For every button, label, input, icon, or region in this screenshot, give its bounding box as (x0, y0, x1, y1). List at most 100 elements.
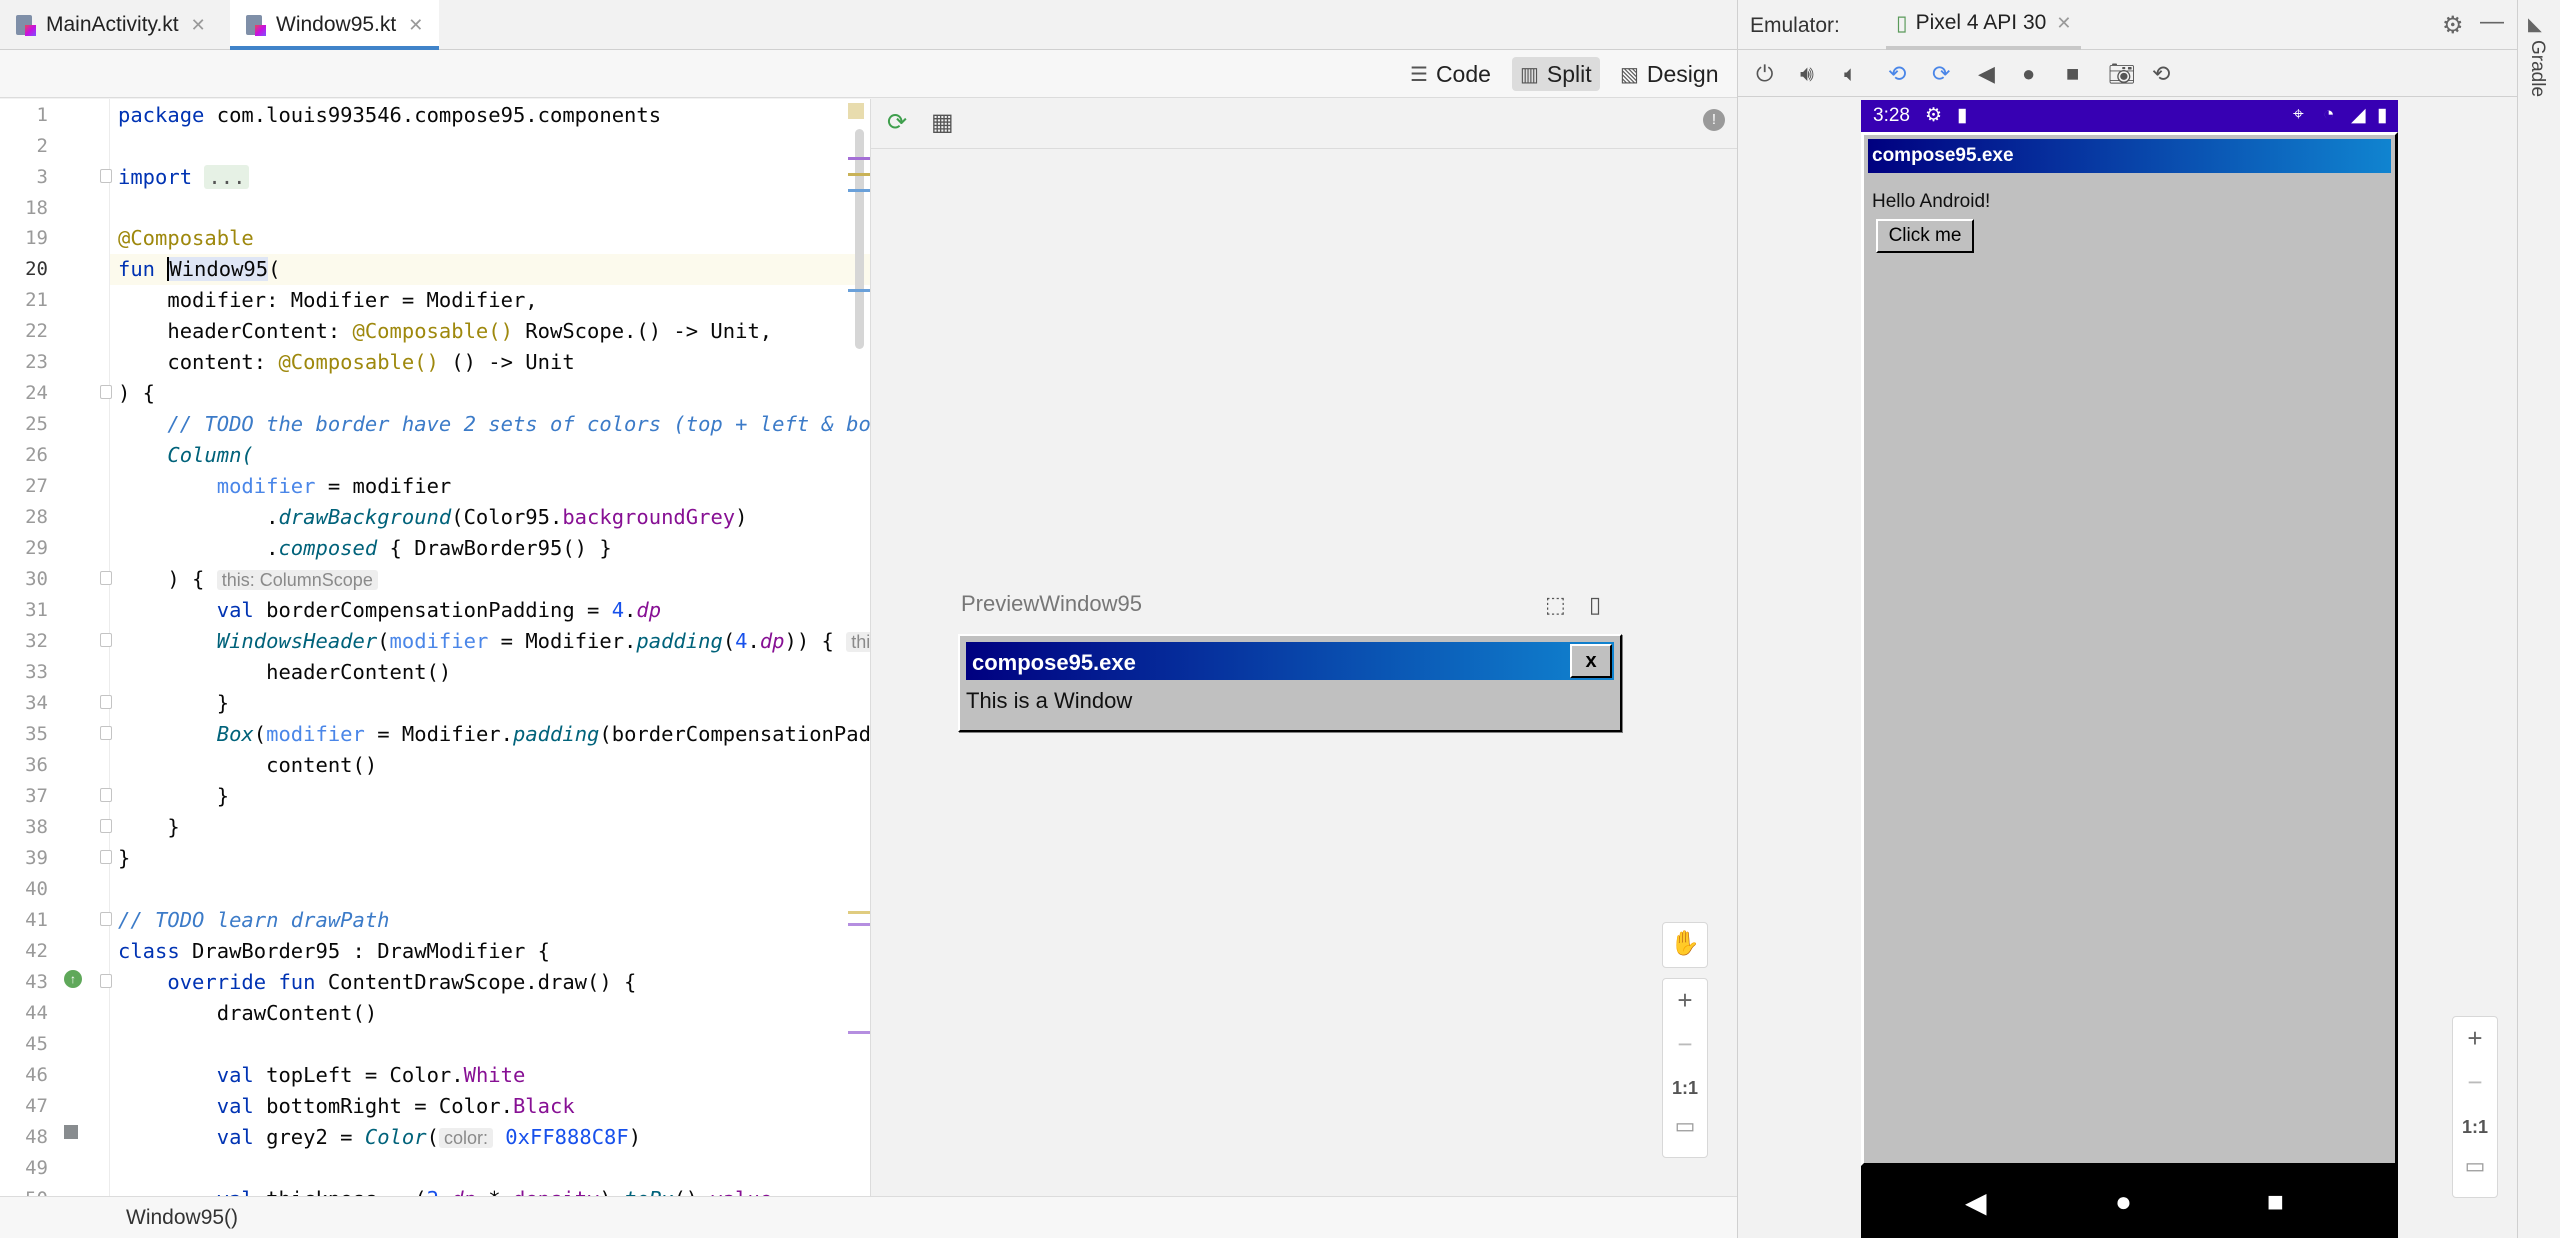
close-icon[interactable]: ✕ (191, 15, 206, 36)
token: import (118, 165, 193, 189)
color-swatch-icon[interactable] (64, 1125, 78, 1139)
zoom-out-icon[interactable]: − (2453, 1067, 2497, 1098)
zoom-in-icon[interactable]: + (1663, 985, 1707, 1016)
fold-marker[interactable] (100, 169, 112, 183)
emulator-panel: Emulator: ▯ Pixel 4 API 30 ✕ ⚙ — ⏻ 🔊︎ 🔈︎… (1737, 0, 2517, 1238)
volume-up-icon[interactable]: 🔊︎ (1800, 61, 1814, 87)
token: dp (451, 1187, 476, 1196)
code-line: } (118, 784, 230, 808)
fold-marker[interactable] (100, 726, 112, 740)
kotlin-file-icon (16, 14, 36, 36)
line-number: 40 (25, 878, 48, 900)
back-icon[interactable]: ◀ (1978, 61, 1995, 87)
fold-marker[interactable] (100, 788, 112, 802)
inlay-hint: this: (846, 632, 870, 652)
token: * (476, 1187, 513, 1196)
line-number: 31 (25, 599, 48, 621)
close-icon[interactable]: ✕ (408, 15, 423, 36)
camera-icon[interactable]: 📷︎ (2108, 61, 2136, 87)
rotate-right-icon[interactable]: ⟳ (1932, 61, 1950, 87)
code-mode-button[interactable]: ☰ Code (1402, 57, 1499, 91)
fold-marker[interactable] (100, 850, 112, 864)
editor-scrollbar[interactable] (855, 129, 864, 349)
token: content: (118, 350, 279, 374)
layout-options-icon[interactable]: ▦ (931, 108, 954, 137)
inspection-status-icon[interactable] (848, 103, 864, 119)
folded-imports[interactable]: ... (204, 165, 250, 189)
token: thickness = ( (254, 1187, 426, 1196)
home-icon[interactable]: ● (2022, 61, 2035, 87)
fold-marker[interactable] (100, 571, 112, 585)
breadcrumb: Window95() (0, 1196, 1737, 1238)
close-icon[interactable]: ✕ (2056, 13, 2071, 34)
token: padding (512, 722, 600, 746)
window-close-button[interactable]: x (1570, 644, 1612, 678)
error-stripe-mark[interactable] (848, 1031, 870, 1034)
zoom-in-icon[interactable]: + (2453, 1023, 2497, 1054)
token: ) (628, 1125, 642, 1149)
issues-icon[interactable]: ! (1703, 109, 1725, 131)
token: Black (512, 1094, 575, 1118)
token: composed (278, 536, 378, 560)
zoom-to-fit-icon[interactable]: ▭ (2453, 1153, 2497, 1179)
power-icon[interactable]: ⏻ (1756, 61, 1773, 87)
nav-back-icon[interactable]: ◀ (1965, 1186, 1987, 1219)
nav-home-icon[interactable]: ● (2115, 1186, 2132, 1218)
code-editor[interactable]: 1 2 3 18 19 20 21 22 23 24 25 26 27 28 2… (0, 99, 870, 1196)
token: grey2 = (253, 1125, 365, 1149)
override-marker-icon[interactable]: ↑ (64, 970, 82, 988)
error-stripe-mark[interactable] (848, 189, 870, 192)
tab-mainactivity[interactable]: MainActivity.kt ✕ (0, 0, 222, 50)
code-line: val thickness = (2.dp * density).toPx().… (118, 1184, 772, 1196)
device-screen[interactable]: 3:28 ⚙ ▮ ⌖ ◔ ◢ ▮ compose95.exe Hello And… (1861, 100, 2398, 1238)
zoom-out-icon[interactable]: − (1663, 1029, 1707, 1060)
device-tab[interactable]: ▯ Pixel 4 API 30 ✕ (1886, 0, 2082, 50)
refresh-icon[interactable]: ⟳ (887, 108, 907, 137)
interactive-mode-icon[interactable]: ⬚ (1545, 592, 1566, 618)
tab-window95[interactable]: Window95.kt ✕ (230, 0, 440, 50)
error-stripe-mark[interactable] (848, 173, 870, 176)
token: Color (364, 1125, 427, 1149)
design-mode-button[interactable]: ▧ Design (1612, 57, 1727, 91)
fold-marker[interactable] (100, 819, 112, 833)
line-number: 47 (25, 1095, 48, 1117)
snapshot-icon[interactable]: ⟲ (2152, 61, 2170, 87)
fold-marker[interactable] (100, 695, 112, 709)
fold-marker[interactable] (100, 633, 112, 647)
line-number: 32 (25, 630, 48, 652)
fold-marker[interactable] (100, 912, 112, 926)
error-stripe-mark[interactable] (848, 923, 870, 926)
token: () -> Unit (438, 350, 575, 374)
pan-tool[interactable]: ✋ (1662, 922, 1708, 968)
token: dp (759, 629, 785, 653)
error-stripe-mark[interactable] (848, 911, 870, 914)
code-line: content: @Composable() () -> Unit (118, 347, 575, 378)
code-line: ) { this: ColumnScope (118, 564, 378, 595)
gradle-tool-window-button[interactable]: Gradle (2526, 40, 2548, 97)
token: density (513, 1187, 599, 1196)
minimize-icon[interactable]: — (2480, 8, 2504, 36)
token: val (216, 1125, 254, 1149)
click-me-button[interactable]: Click me (1876, 219, 1974, 253)
token: { DrawBorder95() } (377, 536, 612, 560)
deploy-to-device-icon[interactable]: ▯ (1589, 592, 1601, 618)
rotate-left-icon[interactable]: ⟲ (1888, 61, 1906, 87)
error-stripe-mark[interactable] (848, 289, 870, 292)
zoom-to-fit-icon[interactable]: ▭ (1663, 1113, 1707, 1139)
fold-marker[interactable] (100, 385, 112, 399)
zoom-actual-size-button[interactable]: 1:1 (1663, 1078, 1707, 1099)
breadcrumb-item[interactable]: Window95() (126, 1206, 238, 1230)
nav-recents-icon[interactable]: ■ (2267, 1186, 2284, 1218)
overview-icon[interactable]: ■ (2066, 61, 2079, 87)
zoom-actual-size-button[interactable]: 1:1 (2453, 1117, 2497, 1138)
line-number: 41 (25, 909, 48, 931)
error-stripe-mark[interactable] (848, 157, 870, 160)
fold-marker[interactable] (100, 974, 112, 988)
split-mode-button[interactable]: ▥ Split (1512, 57, 1600, 91)
gear-icon[interactable]: ⚙ (2442, 11, 2464, 40)
volume-down-icon[interactable]: 🔈︎ (1844, 61, 1857, 87)
